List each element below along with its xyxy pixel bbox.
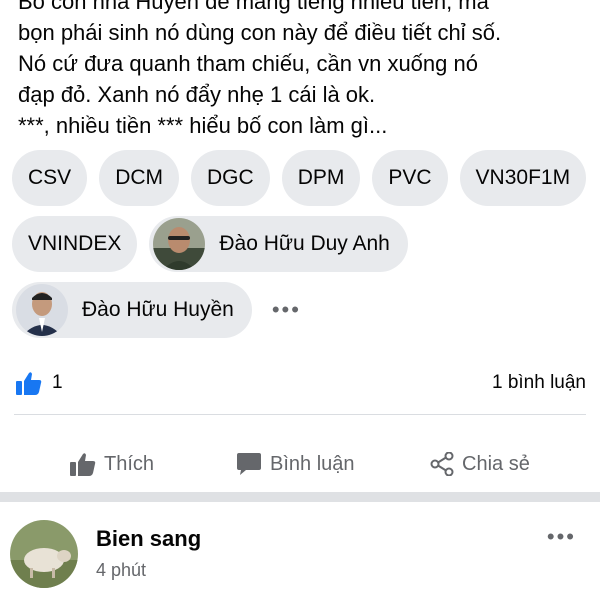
comment-item: Bien sang 4 phút ••• — [10, 520, 590, 590]
post-line: ***, nhiều tiền *** hiểu bố con làm gì..… — [18, 113, 388, 138]
tag-list: CSV DCM DGC DPM PVC VN30F1M VNINDEX Đào … — [12, 150, 592, 348]
action-bar: Thích Bình luận Chia sẻ — [0, 440, 600, 490]
like-button[interactable]: Thích — [70, 452, 154, 476]
tag-person-name: Đào Hữu Huyền — [82, 298, 234, 321]
post-line: bọn phái sinh nó dùng con này để điều ti… — [18, 20, 502, 45]
comment-label: Bình luận — [270, 452, 355, 475]
thumbs-up-icon — [16, 372, 42, 395]
like-label: Thích — [104, 452, 155, 475]
tag-dcm[interactable]: DCM — [99, 150, 180, 206]
like-summary[interactable]: 1 — [16, 371, 63, 395]
post-line: đạp đỏ. Xanh nó đẩy nhẹ 1 cái là ok. — [18, 82, 376, 107]
share-label: Chia sẻ — [462, 452, 530, 475]
avatar — [16, 284, 68, 336]
comment-button[interactable]: Bình luận — [236, 452, 355, 476]
tag-row: Đào Hữu Huyền ••• — [12, 282, 592, 338]
avatar[interactable] — [10, 520, 78, 588]
share-button[interactable]: Chia sẻ — [430, 452, 530, 476]
avatar-photo-icon — [153, 218, 206, 270]
like-count: 1 — [52, 372, 63, 393]
tag-pvc[interactable]: PVC — [372, 150, 448, 206]
tag-vn30f1m[interactable]: VN30F1M — [459, 150, 587, 206]
comment-count[interactable]: 1 bình luận — [492, 372, 586, 394]
comment-bubble-icon — [237, 453, 261, 475]
divider — [14, 414, 586, 415]
tag-row: VNINDEX Đào Hữu Duy Anh — [12, 216, 592, 272]
comment-timestamp: 4 phút — [96, 560, 147, 580]
tag-row: CSV DCM DGC DPM PVC VN30F1M — [12, 150, 592, 206]
comment-more-icon[interactable]: ••• — [547, 524, 576, 550]
post-body: Bố con nhà Huyền đè mảng tiếng nhiều tiề… — [18, 0, 593, 141]
tag-dpm[interactable]: DPM — [281, 150, 361, 206]
reaction-summary: 1 1 bình luận — [16, 368, 586, 398]
comment-author[interactable]: Bien sang — [96, 526, 201, 552]
tag-person-duy-anh[interactable]: Đào Hữu Duy Anh — [149, 216, 408, 272]
post-line: Nó cứ đưa quanh tham chiếu, cần vn xuống… — [18, 51, 478, 76]
avatar-photo-icon — [16, 284, 68, 336]
tag-vnindex[interactable]: VNINDEX — [12, 216, 138, 272]
share-icon — [430, 452, 454, 476]
tag-dgc[interactable]: DGC — [191, 150, 270, 206]
more-tags-icon[interactable]: ••• — [264, 297, 301, 323]
post-line: Bố con nhà Huyền đè mảng tiếng nhiều tiề… — [18, 0, 489, 14]
tag-csv[interactable]: CSV — [12, 150, 88, 206]
tag-person-name: Đào Hữu Duy Anh — [219, 232, 390, 255]
sheep-photo-icon — [10, 520, 78, 588]
avatar — [153, 218, 206, 270]
section-separator — [0, 492, 600, 502]
thumbs-up-icon — [70, 453, 96, 476]
tag-person-huyen[interactable]: Đào Hữu Huyền — [12, 282, 252, 338]
